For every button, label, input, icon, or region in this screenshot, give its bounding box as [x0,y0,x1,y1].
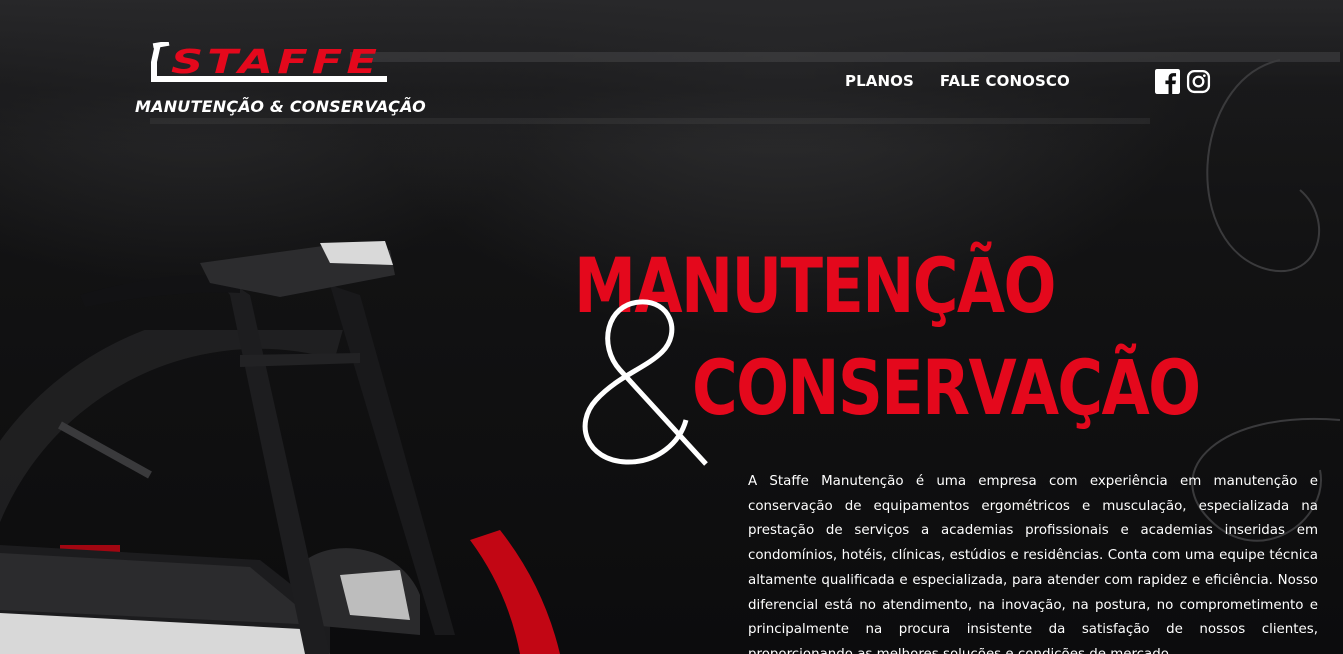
logo-tagline: MANUTENÇÃO & CONSERVAÇÃO [135,97,426,116]
nav-fale-conosco[interactable]: FALE CONOSCO [940,72,1070,90]
staffe-logo-mark: STAFFE [151,42,387,82]
facebook-icon[interactable] [1155,69,1180,94]
main-nav: PLANOS FALE CONOSCO [845,72,1070,90]
logo-wordmark: STAFFE [171,42,381,81]
brand-logo[interactable]: STAFFE MANUTENÇÃO & CONSERVAÇÃO [135,40,426,120]
treadmill-image [0,241,455,654]
nav-planos[interactable]: PLANOS [845,72,914,90]
instagram-icon[interactable] [1186,69,1211,94]
social-links [1155,69,1211,94]
headline-conservacao: CONSERVAÇÃO [692,343,1201,432]
company-description: A Staffe Manutenção é uma empresa com ex… [748,474,1318,654]
